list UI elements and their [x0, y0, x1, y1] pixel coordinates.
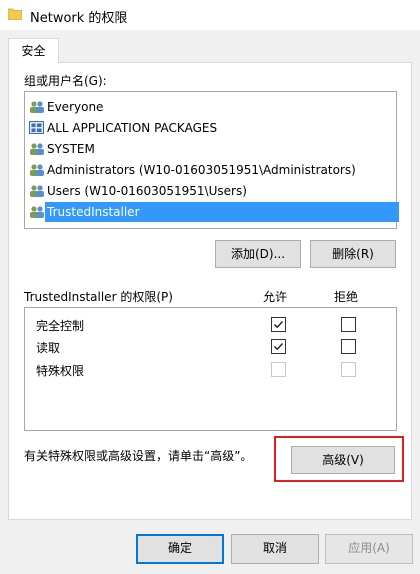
group-listbox[interactable]: Everyone ALL APPLICATION PACKAGES SYSTEM…: [24, 91, 399, 229]
allow-special-checkbox: [271, 362, 286, 377]
ok-button[interactable]: 确定: [136, 534, 224, 564]
deny-header: 拒绝: [334, 290, 359, 304]
tab-security[interactable]: 安全: [8, 38, 59, 63]
allow-read-checkbox[interactable]: [271, 339, 286, 354]
list-item-label: Users (W10-01603051951\Users): [47, 184, 247, 198]
list-item-system[interactable]: SYSTEM: [29, 139, 99, 159]
allow-full-control-checkbox[interactable]: [271, 317, 286, 332]
cancel-button[interactable]: 取消: [231, 534, 319, 564]
group-list-label: 组或用户名(G):: [24, 74, 107, 88]
list-item-label: ALL APPLICATION PACKAGES: [47, 121, 218, 135]
list-item-everyone[interactable]: Everyone: [29, 97, 107, 117]
users-icon: [29, 184, 45, 198]
list-item-all-application-packages[interactable]: ALL APPLICATION PACKAGES: [29, 118, 221, 138]
users-icon: [29, 163, 45, 177]
title-bar: Network 的权限: [0, 0, 420, 30]
permission-name-read: 读取: [36, 341, 61, 355]
check-icon: [274, 321, 284, 329]
folder-icon: [7, 8, 23, 21]
deny-special-checkbox: [341, 362, 356, 377]
allow-header: 允许: [263, 290, 288, 304]
users-icon: [29, 142, 45, 156]
list-item-users[interactable]: Users (W10-01603051951\Users): [29, 181, 251, 201]
app-packages-icon: [29, 121, 45, 135]
list-item-administrators[interactable]: Administrators (W10-01603051951\Administ…: [29, 160, 360, 180]
permission-name-full-control: 完全控制: [36, 319, 85, 333]
highlight-box: [274, 436, 404, 482]
permission-name-special: 特殊权限: [36, 364, 85, 378]
list-item-label: Administrators (W10-01603051951\Administ…: [47, 163, 356, 177]
apply-button[interactable]: 应用(A): [325, 534, 413, 564]
list-item-label: SYSTEM: [47, 142, 95, 156]
permissions-label: TrustedInstaller 的权限(P): [24, 290, 173, 304]
deny-full-control-checkbox[interactable]: [341, 317, 356, 332]
list-item-label: TrustedInstaller: [45, 202, 399, 222]
users-icon: [29, 100, 45, 114]
list-item-trustedinstaller[interactable]: TrustedInstaller: [29, 202, 409, 222]
check-icon: [274, 343, 284, 351]
advanced-hint: 有关特殊权限或高级设置，请单击“高级”。: [24, 449, 253, 463]
list-item-label: Everyone: [47, 100, 104, 114]
deny-read-checkbox[interactable]: [341, 339, 356, 354]
remove-button[interactable]: 删除(R): [310, 240, 396, 268]
window-title: Network 的权限: [30, 11, 128, 26]
add-button[interactable]: 添加(D)...: [215, 240, 301, 268]
users-icon: [29, 205, 45, 219]
permissions-listbox: 完全控制 读取 特殊权限: [24, 307, 397, 431]
